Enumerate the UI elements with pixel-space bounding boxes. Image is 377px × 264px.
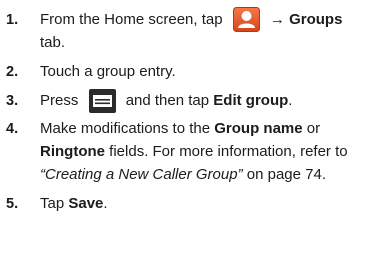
step-number: 4. xyxy=(6,121,19,137)
step-text: . xyxy=(103,195,108,212)
step-4-line-3: “Creating a New Caller Group” on page 74… xyxy=(40,166,326,183)
step-text: Make modifications to the xyxy=(40,120,211,137)
step-3-line-1: Press and then tap Edit group. xyxy=(40,88,293,113)
step-number: 3. xyxy=(6,93,19,109)
edit-group-label: Edit group xyxy=(213,92,289,109)
page-reference: on page 74. xyxy=(242,166,326,183)
contacts-icon xyxy=(232,7,260,33)
step-4-line-2: Ringtone fields. For more information, r… xyxy=(40,143,348,160)
instruction-steps: 1. From the Home screen, tap → Groups ta… xyxy=(0,0,377,264)
step-1-line-2: tab. xyxy=(40,34,66,51)
ringtone-label: Ringtone xyxy=(40,143,105,160)
step-number: 1. xyxy=(6,12,19,28)
step-text: . xyxy=(288,92,293,109)
step-text: fields. For more information, refer to xyxy=(109,143,348,160)
step-5-line-1: Tap Save. xyxy=(40,195,108,212)
step-number: 2. xyxy=(6,64,19,80)
step-text: and then tap xyxy=(125,92,210,109)
menu-key-icon xyxy=(88,88,116,113)
save-label: Save xyxy=(68,195,104,212)
step-text: From the Home screen, tap xyxy=(40,11,223,28)
cross-reference-link: “Creating a New Caller Group” xyxy=(40,166,243,183)
step-4-line-1: Make modifications to the Group name or xyxy=(40,120,320,137)
group-name-label: Group name xyxy=(214,120,303,137)
step-number: 5. xyxy=(6,196,19,212)
step-1-line-1: From the Home screen, tap → Groups xyxy=(40,7,343,33)
step-text: Press xyxy=(40,92,79,109)
groups-tab-label: → Groups xyxy=(269,11,343,28)
step-text: or xyxy=(306,120,321,137)
step-2-line-1: Touch a group entry. xyxy=(40,63,176,80)
step-text: Tap xyxy=(40,195,65,212)
